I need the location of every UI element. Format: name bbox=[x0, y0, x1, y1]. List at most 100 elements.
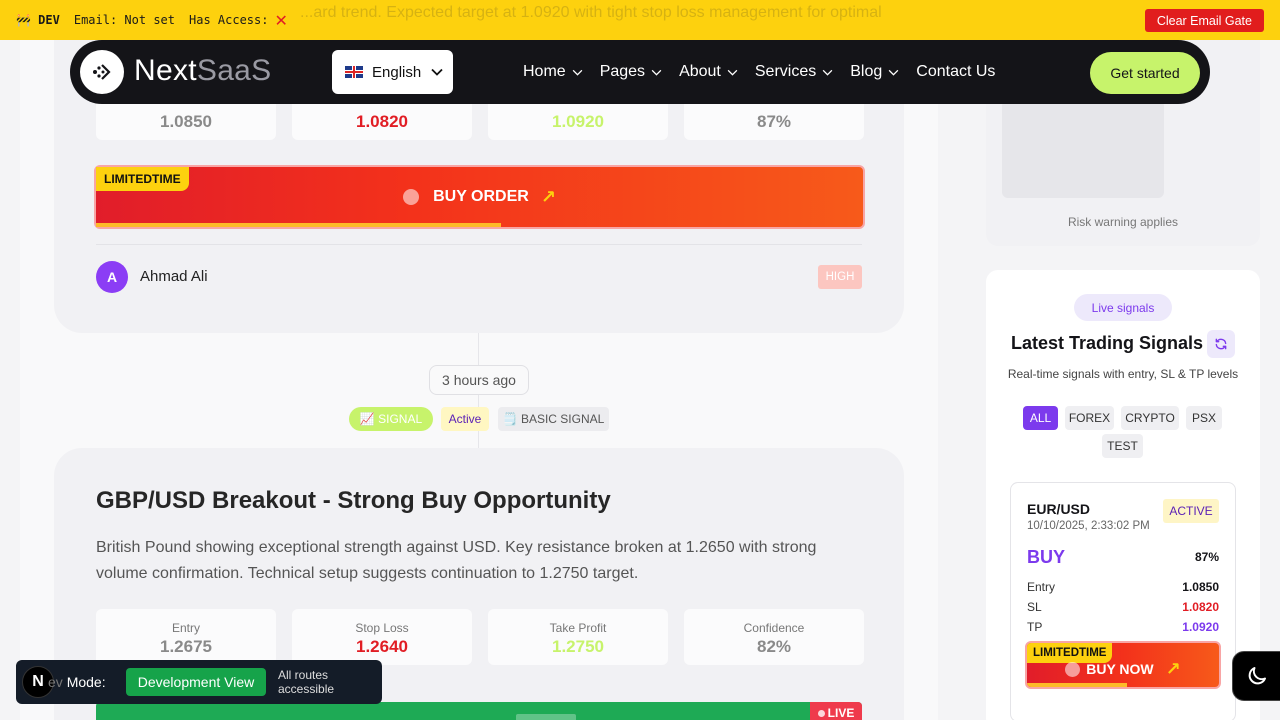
stat-take-profit: Take Profit 1.2750 bbox=[488, 609, 668, 665]
routes-status: All routes accessible bbox=[278, 668, 335, 696]
buy-order-label: BUY ORDER bbox=[433, 188, 529, 205]
signal-date: 10/10/2025, 2:33:02 PM bbox=[1027, 520, 1150, 532]
access-status: Has Access: bbox=[189, 13, 269, 27]
filter-forex[interactable]: FOREX bbox=[1065, 406, 1114, 430]
status-tag: Active bbox=[441, 407, 489, 431]
logo-mark[interactable] bbox=[80, 50, 124, 94]
clear-email-gate-button[interactable]: Clear Email Gate bbox=[1144, 9, 1264, 32]
nav-label: About bbox=[679, 63, 721, 80]
stat-label: Entry bbox=[171, 621, 200, 635]
language-label: English bbox=[372, 63, 422, 81]
row-value: 1.0850 bbox=[1182, 580, 1219, 594]
filter-all[interactable]: ALL bbox=[1023, 406, 1058, 430]
pulse-dot-icon bbox=[1065, 661, 1081, 677]
nav-about[interactable]: About bbox=[679, 63, 738, 81]
stat-value: 1.0820 bbox=[356, 112, 408, 131]
chevron-down-icon bbox=[651, 69, 662, 76]
nav-label: Contact Us bbox=[916, 63, 996, 80]
logo-icon bbox=[93, 64, 111, 80]
signal-row-entry: Entry 1.0850 bbox=[1027, 580, 1219, 594]
nav-pages[interactable]: Pages bbox=[600, 63, 662, 81]
timestamp-pill: 3 hours ago bbox=[429, 365, 529, 395]
language-selector[interactable]: English bbox=[332, 50, 453, 94]
buy-order-button[interactable]: LIMITEDTIME BUY ORDER ↗ bbox=[94, 165, 865, 229]
refresh-button[interactable] bbox=[1207, 330, 1235, 358]
moon-icon bbox=[1248, 667, 1266, 685]
signal-row-tp: TP 1.0920 bbox=[1027, 620, 1219, 634]
card2-stats: Entry 1.2675 Stop Loss 1.2640 Take Profit 1… bbox=[96, 609, 864, 665]
stat-value: 87% bbox=[756, 112, 792, 131]
latest-signals-subtitle: Real-time signals with entry, SL & TP le… bbox=[1007, 367, 1239, 381]
ghost-text: ...ard trend. Expected target at 1.0920 … bbox=[300, 4, 882, 21]
nav-home[interactable]: Home bbox=[523, 63, 583, 81]
chevron-down-icon bbox=[822, 69, 833, 76]
stat-label: Stop Loss bbox=[355, 621, 409, 635]
logo-accent: SaaS bbox=[196, 54, 272, 87]
type-tag: 🗒️ BASIC SIGNAL bbox=[498, 407, 609, 431]
dev-tag: 🚧 DEV bbox=[16, 13, 60, 27]
uk-flag-icon bbox=[345, 66, 363, 78]
signal-status-badge: ACTIVE bbox=[1163, 499, 1219, 523]
signal-tag: 📈 SIGNAL bbox=[349, 407, 433, 431]
nav-label: Services bbox=[754, 63, 817, 80]
email-status: Email: Not set bbox=[73, 13, 175, 27]
timer-progress bbox=[96, 223, 501, 227]
risk-warning: Risk warning applies bbox=[1067, 215, 1179, 229]
nav-services[interactable]: Services bbox=[755, 63, 833, 81]
chevron-down-icon bbox=[888, 69, 899, 76]
signal-confidence: 87% bbox=[1195, 550, 1220, 564]
buy-now-label: BUY NOW bbox=[1086, 661, 1154, 677]
chevron-down-icon bbox=[572, 69, 583, 76]
buy-now-button[interactable]: LIMITEDTIME BUY NOW ↗ bbox=[1025, 641, 1221, 689]
live-badge: LIVE bbox=[810, 702, 862, 720]
row-label: TP bbox=[1027, 620, 1043, 634]
trend-up-icon: ↗ bbox=[540, 186, 556, 208]
get-started-button[interactable]: Get started bbox=[1090, 52, 1200, 94]
row-label: SL bbox=[1027, 600, 1042, 614]
stat-value: 82% bbox=[756, 637, 792, 656]
timer-progress bbox=[1027, 683, 1127, 687]
live-dot-icon bbox=[817, 709, 825, 717]
avatar: A bbox=[96, 261, 128, 293]
filter-test[interactable]: TEST bbox=[1102, 434, 1143, 458]
ad-image-placeholder bbox=[1002, 100, 1164, 198]
dev-mode-bar: N ev Mode: Development View All routes a… bbox=[16, 660, 382, 704]
row-value: 1.0920 bbox=[1182, 620, 1219, 634]
filter-crypto[interactable]: CRYPTO bbox=[1121, 406, 1179, 430]
nav-contact[interactable]: Contact Us bbox=[916, 63, 995, 81]
signal-description: British Pound showing exceptional streng… bbox=[96, 539, 817, 582]
author-name: Ahmad Ali bbox=[140, 268, 208, 285]
stat-value: 1.0850 bbox=[160, 112, 212, 131]
row-label: Entry bbox=[1027, 580, 1056, 594]
button-content bbox=[516, 714, 576, 720]
development-view-button[interactable]: Development View bbox=[126, 668, 266, 696]
signal-row-sl: SL 1.0820 bbox=[1027, 600, 1219, 614]
live-signals-pill: Live signals bbox=[1074, 294, 1172, 321]
stat-label: Take Profit bbox=[549, 621, 607, 635]
logo-wordmark[interactable]: NextSaaS bbox=[134, 54, 271, 88]
stat-stop-loss: Stop Loss 1.2640 bbox=[292, 609, 472, 665]
chevron-down-icon bbox=[431, 68, 443, 76]
signal-title: GBP/USD Breakout - Strong Buy Opportunit… bbox=[96, 487, 611, 514]
trend-up-icon: ↗ bbox=[1165, 658, 1181, 680]
theme-toggle-button[interactable] bbox=[1232, 651, 1280, 701]
buy-order-button-2[interactable]: LIVE bbox=[96, 702, 862, 720]
nav-label: Pages bbox=[599, 63, 646, 80]
signal-direction: BUY bbox=[1027, 547, 1066, 567]
stat-confidence: Confidence 82% bbox=[684, 609, 864, 665]
stat-value: 1.2640 bbox=[356, 637, 408, 656]
stat-entry: Entry 1.2675 bbox=[96, 609, 276, 665]
row-value: 1.0820 bbox=[1182, 600, 1219, 614]
stat-value: 1.2675 bbox=[160, 637, 212, 656]
chevron-down-icon bbox=[727, 69, 738, 76]
signal-pair: EUR/USD bbox=[1027, 501, 1091, 517]
stat-value: 1.0920 bbox=[552, 112, 604, 131]
filter-psx[interactable]: PSX bbox=[1186, 406, 1222, 430]
close-x-icon: ✕ bbox=[274, 10, 288, 30]
dev-banner: ...ard trend. Expected target at 1.0920 … bbox=[0, 0, 1280, 40]
nav-blog[interactable]: Blog bbox=[850, 63, 899, 81]
logo-main: Next bbox=[134, 54, 197, 87]
refresh-icon bbox=[1215, 338, 1227, 350]
priority-badge: HIGH bbox=[818, 265, 862, 289]
divider bbox=[96, 244, 862, 245]
